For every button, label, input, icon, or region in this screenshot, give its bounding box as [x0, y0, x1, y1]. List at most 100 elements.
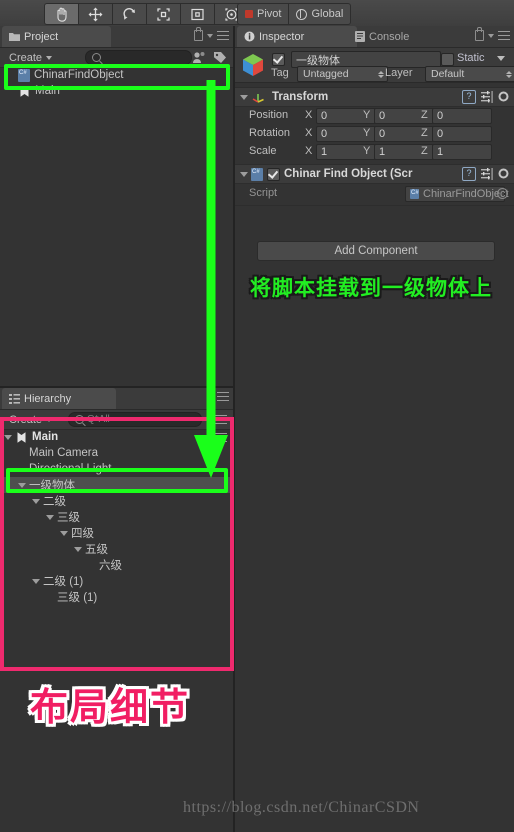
project-list-item-label: Main: [35, 85, 60, 97]
rotate-tool-button[interactable]: [112, 3, 146, 25]
gameobject-enabled-checkbox[interactable]: [272, 53, 285, 66]
hierarchy-list-item[interactable]: 一级物体: [0, 477, 233, 493]
hierarchy-list-item[interactable]: 二级: [0, 493, 233, 509]
hierarchy-list-item[interactable]: 五级: [0, 541, 233, 557]
add-component-label: Add Component: [334, 245, 418, 257]
transform-row: Rotation X 0 Y 0 Z 0: [235, 125, 514, 143]
menu-icon[interactable]: [498, 31, 510, 40]
hierarchy-list-item[interactable]: Main Camera: [0, 445, 233, 461]
transform-icon: [252, 93, 264, 103]
chevron-down-icon: [46, 417, 53, 422]
project-create-button[interactable]: Create: [4, 50, 57, 65]
search-icon: [92, 53, 101, 62]
tag-dropdown[interactable]: Untagged: [297, 66, 388, 82]
hierarchy-list-item[interactable]: 二级 (1): [0, 573, 233, 589]
hierarchy-list-item[interactable]: 三级: [0, 509, 233, 525]
hierarchy-list-item[interactable]: Main: [0, 429, 233, 445]
foldout-icon[interactable]: [74, 546, 82, 552]
gear-icon[interactable]: [498, 168, 510, 180]
project-toolbar: Create: [0, 48, 233, 68]
rect-tool-button[interactable]: [180, 3, 214, 25]
transform-tools-group: [44, 3, 249, 25]
foldout-icon[interactable]: [32, 498, 40, 504]
scale-tool-button[interactable]: [146, 3, 180, 25]
unity-scene-icon: [20, 85, 29, 97]
foldout-icon[interactable]: [4, 434, 12, 440]
transform-z-input[interactable]: 0: [432, 108, 492, 124]
project-list-item[interactable]: Main: [0, 83, 233, 99]
hierarchy-panel: Hierarchy Create Q*All Main Main Camera Di…: [0, 388, 233, 832]
static-checkbox[interactable]: [441, 53, 454, 66]
tab-console[interactable]: Console: [348, 26, 451, 47]
menu-icon[interactable]: [217, 31, 229, 40]
preset-icon[interactable]: [481, 91, 493, 103]
script-title: Chinar Find Object (Scr: [284, 168, 413, 180]
hierarchy-list-item-label: 四级: [71, 528, 94, 540]
script-header-icons: ?: [462, 167, 510, 181]
project-item-list[interactable]: ChinarFindObject Main: [0, 67, 233, 386]
transform-title: Transform: [272, 91, 329, 103]
global-button[interactable]: Global: [289, 3, 352, 25]
lock-icon[interactable]: [194, 27, 203, 41]
tab-project-label: Project: [24, 30, 59, 43]
hierarchy-create-button[interactable]: Create: [4, 412, 57, 427]
foldout-icon[interactable]: [18, 482, 26, 488]
axis-label-x: X: [305, 109, 313, 121]
hierarchy-item-list[interactable]: Main Main Camera Directional Light 一级物体 二级 三级…: [0, 429, 233, 832]
tab-inspector[interactable]: Inspector: [237, 26, 357, 47]
hand-tool-button[interactable]: [44, 3, 78, 25]
hierarchy-tab-icons: [207, 392, 229, 401]
hierarchy-list-item[interactable]: 四级: [0, 525, 233, 541]
pivot-global-group: Pivot Global: [237, 3, 352, 25]
transform-z-input[interactable]: 0: [432, 126, 492, 142]
script-foldout-icon[interactable]: [240, 171, 248, 177]
add-component-button[interactable]: Add Component: [257, 241, 495, 261]
transform-z-input[interactable]: 1: [432, 144, 492, 160]
menu-icon[interactable]: [217, 392, 229, 401]
project-list-item[interactable]: ChinarFindObject: [0, 67, 233, 83]
hierarchy-search-input[interactable]: Q*All: [68, 412, 202, 427]
gear-icon[interactable]: [498, 91, 510, 103]
transform-foldout-icon[interactable]: [240, 94, 248, 100]
scene-menu-icon[interactable]: [215, 432, 227, 442]
transform-row-label: Scale: [249, 145, 277, 157]
lock-icon[interactable]: [475, 27, 484, 41]
help-icon[interactable]: ?: [462, 167, 476, 181]
script-component-header[interactable]: Chinar Find Object (Scr ?: [235, 164, 514, 184]
hierarchy-list-item[interactable]: 六级: [0, 557, 233, 573]
unity-editor-window: Pivot Global Project Create C# ChinarFin…: [0, 0, 514, 832]
project-favorites-icon[interactable]: [192, 51, 206, 67]
axis-label-y: Y: [363, 145, 371, 157]
hierarchy-list-item[interactable]: 三级 (1): [0, 589, 233, 605]
hierarchy-list-item-label: 三级 (1): [57, 592, 98, 604]
tab-inspector-label: Inspector: [259, 30, 305, 43]
chevron-down-icon[interactable]: [207, 33, 213, 38]
hierarchy-options-icon[interactable]: [215, 415, 227, 424]
transform-row-label: Position: [249, 109, 289, 121]
transform-component-header[interactable]: Transform ?: [235, 87, 514, 107]
project-label-icon[interactable]: [213, 51, 227, 67]
pivot-button[interactable]: Pivot: [237, 3, 290, 25]
rect-tool-icon: [190, 7, 205, 22]
annotation-green-text: 将脚本挂载到一级物体上: [250, 276, 492, 300]
script-object-field[interactable]: ChinarFindObject: [405, 186, 509, 202]
layer-dropdown[interactable]: Default: [425, 66, 514, 82]
search-icon: [75, 415, 84, 424]
project-search-input[interactable]: [85, 50, 192, 65]
foldout-icon[interactable]: [46, 514, 54, 520]
hierarchy-list-item[interactable]: Directional Light: [0, 461, 233, 477]
tab-project[interactable]: Project: [2, 26, 111, 47]
help-icon[interactable]: ?: [462, 90, 476, 104]
globe-icon: [296, 8, 308, 20]
foldout-icon[interactable]: [60, 530, 68, 536]
object-picker-icon[interactable]: [497, 188, 508, 199]
tab-hierarchy[interactable]: Hierarchy: [2, 388, 116, 409]
chevron-down-icon[interactable]: [207, 394, 213, 399]
transform-y-value: 0: [379, 110, 386, 122]
script-enabled-checkbox[interactable]: [267, 167, 280, 181]
preset-icon[interactable]: [481, 168, 493, 180]
static-dropdown-icon[interactable]: [497, 56, 505, 61]
move-tool-button[interactable]: [78, 3, 112, 25]
chevron-down-icon[interactable]: [488, 33, 494, 38]
foldout-icon[interactable]: [32, 578, 40, 584]
